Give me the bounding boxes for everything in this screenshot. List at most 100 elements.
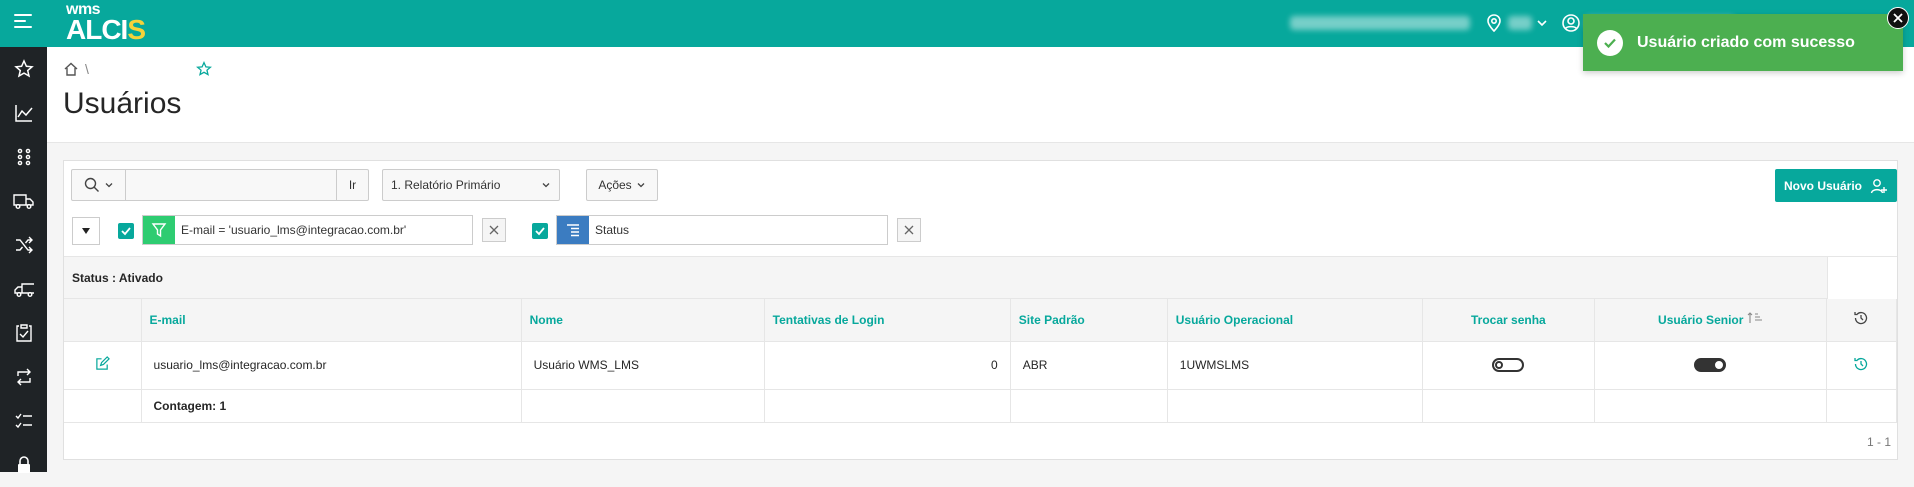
interactive-report: Ir 1. Relatório Primário Ações Novo Usuá… [63, 160, 1898, 460]
cell-site: ABR [1010, 341, 1168, 390]
chevron-down-icon [105, 183, 112, 188]
breadcrumb-separator: \ [85, 61, 89, 77]
column-header-usuario-senior-label: Usuário Senior [1658, 313, 1744, 328]
remove-filter-button[interactable] [482, 218, 506, 242]
cell-nome: Usuário WMS_LMS [521, 341, 765, 390]
trocar-senha-toggle[interactable] [1492, 358, 1525, 373]
remove-group-button[interactable] [897, 218, 921, 242]
close-icon [1893, 13, 1903, 23]
caret-down-icon [82, 228, 90, 234]
column-header-usuario-senior[interactable]: Usuário Senior [1594, 299, 1827, 342]
star-icon [196, 61, 212, 76]
location-icon[interactable] [1484, 13, 1504, 33]
sidebar-item-transfers[interactable] [0, 223, 47, 267]
blurred-context-selector[interactable] [1290, 16, 1470, 30]
report-select-value: 1. Relatório Primário [391, 178, 501, 192]
chevron-down-icon[interactable] [1532, 13, 1552, 33]
apps-grid-icon [17, 148, 30, 166]
column-header-trocar-senha[interactable]: Trocar senha [1422, 299, 1595, 342]
usuario-senior-toggle[interactable] [1694, 358, 1727, 373]
filter-bar: E-mail = 'usuario_lms@integracao.com.br'… [64, 209, 1897, 257]
user-circle-icon[interactable] [1561, 13, 1581, 33]
count-row: Contagem: 1 [64, 389, 1898, 423]
sidebar-item-delivery[interactable] [0, 267, 47, 311]
new-user-label: Novo Usuário [1783, 178, 1862, 193]
cell-usuario-senior [1594, 341, 1827, 390]
edit-column-header [64, 299, 142, 342]
count-empty-cell [64, 389, 142, 423]
actions-menu-button[interactable]: Ações [586, 169, 658, 201]
cell-tentativas: 0 [764, 341, 1011, 390]
count-empty-cell [764, 389, 1011, 423]
sidebar-item-tasks[interactable] [0, 311, 47, 355]
app-logo[interactable]: wms ALCIS [66, 2, 146, 44]
control-break-label: Status : Ativado [72, 271, 163, 285]
sidebar-item-dashboard[interactable] [0, 91, 47, 135]
history-icon [1854, 312, 1868, 325]
sidebar-item-security[interactable] [0, 443, 47, 487]
cell-email: usuario_lms@integracao.com.br [141, 341, 522, 390]
count-empty-cell [1826, 389, 1898, 423]
home-icon[interactable] [63, 61, 79, 77]
edit-icon[interactable] [95, 356, 110, 371]
column-header-site[interactable]: Site Padrão [1010, 299, 1168, 342]
count-empty-cell [1422, 389, 1595, 423]
cell-trocar-senha [1422, 341, 1595, 390]
collapse-filters-button[interactable] [72, 217, 100, 245]
search-input[interactable] [126, 170, 336, 200]
filter-chip-status-group[interactable]: Status [556, 215, 888, 245]
favorite-star-button[interactable] [196, 61, 212, 82]
close-icon [904, 225, 914, 235]
blurred-site-code[interactable] [1508, 16, 1532, 30]
menu-icon[interactable] [14, 14, 32, 32]
group-enabled-checkbox[interactable] [532, 223, 548, 239]
actions-label: Ações [598, 178, 632, 192]
count-empty-cell [1167, 389, 1423, 423]
sidebar-item-favorites[interactable] [0, 47, 47, 91]
filter-enabled-checkbox[interactable] [118, 223, 134, 239]
column-header-operacional[interactable]: Usuário Operacional [1167, 299, 1423, 342]
count-empty-cell [1010, 389, 1168, 423]
page-title: Usuários [63, 87, 182, 120]
search-column-button[interactable] [72, 170, 126, 200]
users-table: E-mail Nome Tentativas de Login Site Pad… [64, 299, 1898, 423]
shuffle-icon [15, 236, 33, 254]
filter-funnel-icon [143, 216, 175, 244]
success-check-icon [1597, 29, 1623, 56]
new-user-button[interactable]: Novo Usuário [1775, 169, 1897, 202]
sidebar-item-shipping[interactable] [0, 179, 47, 223]
checkmark-icon [535, 227, 545, 236]
search-icon [84, 177, 99, 192]
count-cell: Contagem: 1 [141, 389, 522, 423]
breadcrumb: \ [63, 61, 89, 77]
sidebar-item-sync[interactable] [0, 355, 47, 399]
chevron-down-icon [542, 183, 550, 188]
refresh-arrows-icon [16, 368, 31, 386]
search-bar: Ir [71, 169, 369, 201]
chart-line-icon [14, 105, 33, 122]
history-cell [1826, 341, 1898, 390]
delivery-truck-icon [13, 283, 34, 297]
column-header-email[interactable]: E-mail [141, 299, 522, 342]
main-content: \ Usuários Ir 1. Relatório Primário Açõe… [47, 47, 1914, 472]
sidebar [0, 47, 47, 473]
report-select[interactable]: 1. Relatório Primário [382, 169, 560, 201]
go-button[interactable]: Ir [336, 170, 368, 200]
toast-message: Usuário criado com sucesso [1637, 33, 1855, 51]
sidebar-item-apps[interactable] [0, 135, 47, 179]
sidebar-item-checklist[interactable] [0, 399, 47, 443]
column-header-nome[interactable]: Nome [521, 299, 765, 342]
edit-cell [64, 341, 142, 390]
checklist-icon [15, 413, 32, 429]
column-header-tentativas[interactable]: Tentativas de Login [764, 299, 1011, 342]
add-user-icon [1870, 178, 1887, 193]
pagination-info: 1 - 1 [1866, 435, 1891, 449]
history-column-header[interactable] [1826, 299, 1898, 342]
lock-icon [17, 456, 30, 473]
toast-close-button[interactable] [1887, 7, 1909, 29]
report-toolbar: Ir 1. Relatório Primário Ações Novo Usuá… [64, 161, 1897, 209]
history-icon[interactable] [1853, 356, 1869, 372]
filter-label: E-mail = 'usuario_lms@integracao.com.br' [181, 223, 407, 237]
close-icon [489, 225, 499, 235]
filter-chip-email[interactable]: E-mail = 'usuario_lms@integracao.com.br' [142, 215, 473, 245]
